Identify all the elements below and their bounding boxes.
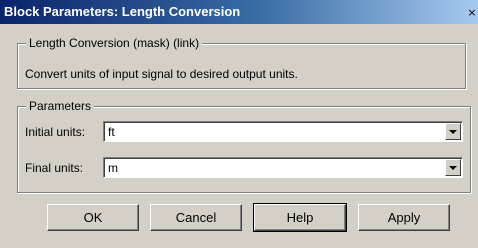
window-title: Block Parameters: Length Conversion — [4, 4, 241, 19]
initial-units-select[interactable]: ft — [103, 121, 463, 142]
mask-group-legend: Length Conversion (mask) (link) — [26, 36, 203, 50]
ok-button[interactable]: OK — [47, 204, 139, 231]
cancel-button[interactable]: Cancel — [150, 204, 242, 231]
initial-units-label: Initial units: — [25, 125, 86, 139]
final-units-select[interactable]: m — [103, 157, 463, 178]
parameters-group: Parameters Initial units: ft Final units… — [17, 99, 471, 193]
mask-description: Convert units of input signal to desired… — [25, 67, 298, 81]
apply-button[interactable]: Apply — [358, 204, 450, 231]
title-bar[interactable]: Block Parameters: Length Conversion × — [0, 0, 478, 24]
help-button[interactable]: Help — [253, 203, 347, 232]
chevron-down-icon[interactable] — [445, 159, 461, 176]
parameters-group-legend: Parameters — [26, 99, 95, 113]
final-units-label: Final units: — [25, 161, 84, 175]
initial-units-value: ft — [108, 125, 115, 139]
chevron-down-icon[interactable] — [445, 123, 461, 140]
close-icon[interactable]: × — [466, 6, 478, 19]
mask-group: Length Conversion (mask) (link) Convert … — [17, 36, 466, 89]
final-units-value: m — [108, 161, 118, 175]
